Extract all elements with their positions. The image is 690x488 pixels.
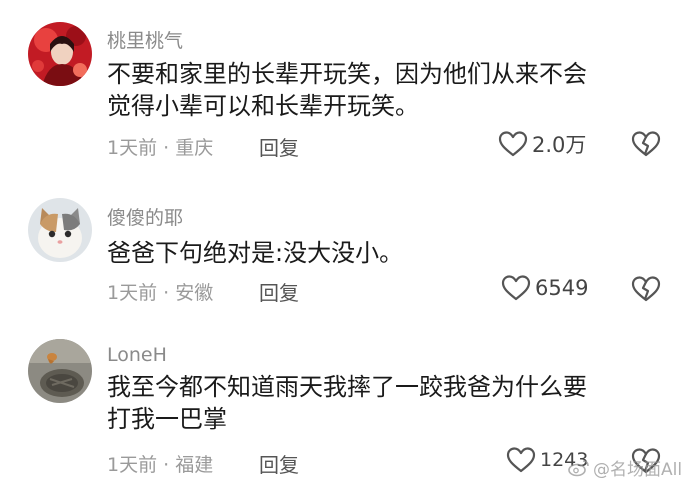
watermark: @名场面All	[568, 455, 682, 480]
comment-text: 我至今都不知道雨天我摔了一跤我爸为什么要 打我一巴掌	[107, 371, 667, 435]
like-button[interactable]: 2.0万	[498, 129, 586, 159]
timestamp: 1天前	[107, 454, 158, 476]
comment-text-line: 不要和家里的长辈开玩笑，因为他们从来不会	[107, 60, 587, 88]
meta-separator: ·	[163, 454, 170, 476]
reply-button[interactable]: 回复	[259, 277, 299, 306]
location: 安徽	[175, 282, 214, 304]
meta-separator: ·	[163, 137, 170, 159]
heart-outline-icon	[506, 447, 536, 473]
broken-heart-icon	[631, 131, 661, 157]
comment-meta: 1天前 · 安徽	[107, 278, 213, 305]
avatar[interactable]	[28, 198, 92, 262]
comment-meta: 1天前 · 重庆	[107, 133, 213, 160]
username[interactable]: 傻傻的耶	[107, 203, 183, 230]
broken-heart-icon	[631, 276, 661, 302]
dislike-button[interactable]	[630, 129, 662, 159]
like-count: 2.0万	[532, 133, 587, 157]
comment-text-line: 打我一巴掌	[107, 405, 227, 433]
like-count: 6549	[535, 276, 589, 300]
comment-text: 不要和家里的长辈开玩笑，因为他们从来不会 觉得小辈可以和长辈开玩笑。	[107, 58, 667, 122]
username[interactable]: 桃里桃气	[107, 26, 183, 53]
comment-text-line: 爸爸下句绝对是:没大没小。	[107, 239, 404, 267]
reply-button[interactable]: 回复	[259, 132, 299, 161]
avatar[interactable]	[28, 339, 92, 403]
timestamp: 1天前	[107, 282, 158, 304]
heart-outline-icon	[501, 275, 531, 301]
location: 重庆	[175, 137, 214, 159]
comment-text-line: 我至今都不知道雨天我摔了一跤我爸为什么要	[107, 373, 587, 401]
like-button[interactable]: 6549	[501, 274, 588, 302]
heart-outline-icon	[498, 131, 528, 157]
dislike-button[interactable]	[630, 274, 662, 304]
reply-button[interactable]: 回复	[259, 449, 299, 478]
meta-separator: ·	[163, 282, 170, 304]
avatar[interactable]	[28, 22, 92, 86]
watermark-text: @名场面All	[593, 460, 683, 480]
weibo-logo-icon	[568, 459, 589, 476]
location: 福建	[175, 454, 214, 476]
timestamp: 1天前	[107, 137, 158, 159]
comment-text-line: 觉得小辈可以和长辈开玩笑。	[107, 92, 419, 120]
comment-text: 爸爸下句绝对是:没大没小。	[107, 237, 667, 269]
comment-meta: 1天前 · 福建	[107, 450, 213, 477]
username[interactable]: LoneH	[107, 344, 167, 366]
